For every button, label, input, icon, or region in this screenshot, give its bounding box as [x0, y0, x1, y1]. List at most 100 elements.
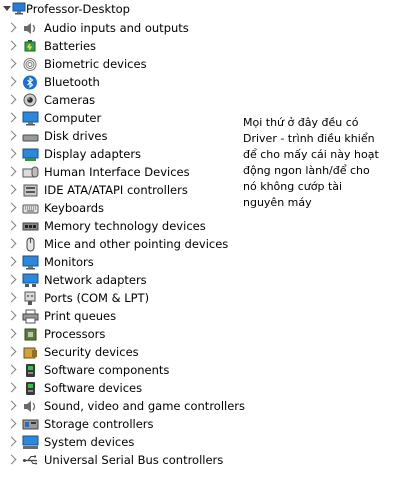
tree-item-ports-com-lpt[interactable]: Ports (COM & LPT) — [0, 289, 240, 307]
chevron-right-icon[interactable] — [6, 148, 17, 159]
chevron-right-icon[interactable] — [6, 382, 17, 393]
tree-item-mice-and-other-pointing-devices[interactable]: Mice and other pointing devices — [0, 235, 240, 253]
tree-item-monitors[interactable]: Monitors — [0, 253, 240, 271]
tree-item-sound-video-and-game-controllers[interactable]: Sound, video and game controllers — [0, 397, 245, 415]
chevron-right-icon[interactable] — [6, 202, 17, 213]
tree-item-display-adapters[interactable]: Display adapters — [0, 145, 240, 163]
chevron-right-icon[interactable] — [6, 130, 17, 141]
chevron-right-icon[interactable] — [6, 400, 17, 411]
chevron-right-icon[interactable] — [6, 418, 17, 429]
network-adapter-icon — [22, 273, 39, 288]
tree-item-label: Batteries — [44, 39, 97, 53]
chevron-right-icon[interactable] — [6, 292, 17, 303]
tree-item-label: Print queues — [44, 309, 117, 323]
tree-item-label: Sound, video and game controllers — [44, 399, 246, 413]
tree-item-software-components[interactable]: Software components — [0, 361, 240, 379]
tree-item-software-devices[interactable]: Software devices — [0, 379, 240, 397]
software-component-icon — [22, 363, 39, 378]
tree-item-label: Keyboards — [44, 201, 105, 215]
chevron-right-icon[interactable] — [6, 256, 17, 267]
software-device-icon — [22, 381, 39, 396]
printer-icon — [22, 309, 39, 324]
tree-item-computer[interactable]: Computer — [0, 109, 240, 127]
chevron-right-icon[interactable] — [6, 22, 17, 33]
tree-item-system-devices[interactable]: System devices — [0, 433, 240, 451]
tree-root-label: Professor-Desktop — [26, 2, 130, 16]
chevron-right-icon[interactable] — [6, 112, 17, 123]
tree-item-print-queues[interactable]: Print queues — [0, 307, 240, 325]
tree-item-label: Network adapters — [44, 273, 147, 287]
speaker-icon — [22, 399, 39, 414]
display-adapter-icon — [22, 147, 39, 162]
tree-item-batteries[interactable]: Batteries — [0, 37, 240, 55]
tree-item-label: Mice and other pointing devices — [44, 237, 229, 251]
chevron-right-icon[interactable] — [6, 76, 17, 87]
tree-item-keyboards[interactable]: Keyboards — [0, 199, 240, 217]
chevron-right-icon[interactable] — [6, 328, 17, 339]
memory-icon — [22, 219, 39, 234]
mouse-icon — [22, 237, 39, 252]
tree-item-label: Human Interface Devices — [44, 165, 190, 179]
tree-item-ide-ata-atapi-controllers[interactable]: IDE ATA/ATAPI controllers — [0, 181, 240, 199]
battery-icon — [22, 39, 39, 54]
chevron-right-icon[interactable] — [6, 436, 17, 447]
tree-item-label: Storage controllers — [44, 417, 154, 431]
disk-drive-icon — [22, 129, 39, 144]
chevron-right-icon[interactable] — [6, 310, 17, 321]
keyboard-icon — [22, 201, 39, 216]
tree-item-bluetooth[interactable]: Bluetooth — [0, 73, 240, 91]
tree-item-label: Processors — [44, 327, 106, 341]
tree-item-biometric-devices[interactable]: Biometric devices — [0, 55, 240, 73]
tree-item-label: Universal Serial Bus controllers — [44, 453, 224, 467]
ide-controller-icon — [22, 183, 39, 198]
chevron-right-icon[interactable] — [6, 274, 17, 285]
tree-item-memory-technology-devices[interactable]: Memory technology devices — [0, 217, 240, 235]
chevron-right-icon[interactable] — [6, 364, 17, 375]
tree-item-label: System devices — [44, 435, 135, 449]
tree-item-audio-inputs-and-outputs[interactable]: Audio inputs and outputs — [0, 19, 240, 37]
tree-item-cameras[interactable]: Cameras — [0, 91, 240, 109]
annotation-text: Mọi thứ ở đây đều có Driver - trình điều… — [243, 116, 379, 209]
tree-item-processors[interactable]: Processors — [0, 325, 240, 343]
tree-item-label: Biometric devices — [44, 57, 147, 71]
tree-item-label: Memory technology devices — [44, 219, 206, 233]
chevron-right-icon[interactable] — [6, 220, 17, 231]
tree-item-human-interface-devices[interactable]: Human Interface Devices — [0, 163, 240, 181]
chevron-right-icon[interactable] — [6, 238, 17, 249]
port-icon — [22, 291, 39, 306]
tree-item-label: Software components — [44, 363, 170, 377]
tree-item-label: Audio inputs and outputs — [44, 21, 189, 35]
chevron-right-icon[interactable] — [6, 58, 17, 69]
tree-item-universal-serial-bus-controllers[interactable]: Universal Serial Bus controllers — [0, 451, 240, 469]
chevron-right-icon[interactable] — [6, 94, 17, 105]
tree-item-network-adapters[interactable]: Network adapters — [0, 271, 240, 289]
chevron-right-icon[interactable] — [6, 40, 17, 51]
processor-icon — [22, 327, 39, 342]
tree-item-security-devices[interactable]: Security devices — [0, 343, 240, 361]
chevron-down-icon[interactable] — [3, 6, 11, 11]
chevron-right-icon[interactable] — [6, 346, 17, 357]
storage-controller-icon — [22, 417, 39, 432]
tree-item-label: Software devices — [44, 381, 143, 395]
monitor-icon — [22, 255, 39, 270]
chevron-right-icon[interactable] — [6, 184, 17, 195]
tree-item-disk-drives[interactable]: Disk drives — [0, 127, 240, 145]
bluetooth-icon — [22, 75, 39, 90]
tree-item-label: Computer — [44, 111, 102, 125]
fingerprint-icon — [22, 57, 39, 72]
security-icon — [22, 345, 39, 360]
tree-item-label: IDE ATA/ATAPI controllers — [44, 183, 188, 197]
speaker-icon — [22, 21, 39, 36]
system-device-icon — [22, 435, 39, 450]
tree-item-label: Cameras — [44, 93, 96, 107]
tree-item-label: Ports (COM & LPT) — [44, 291, 150, 305]
chevron-right-icon[interactable] — [6, 454, 17, 465]
tree-item-label: Monitors — [44, 255, 94, 269]
chevron-right-icon[interactable] — [6, 166, 17, 177]
tree-item-storage-controllers[interactable]: Storage controllers — [0, 415, 240, 433]
camera-icon — [22, 93, 39, 108]
tree-item-label: Display adapters — [44, 147, 142, 161]
computer-icon — [12, 2, 26, 15]
tree-item-label: Disk drives — [44, 129, 108, 143]
hid-icon — [22, 165, 39, 180]
